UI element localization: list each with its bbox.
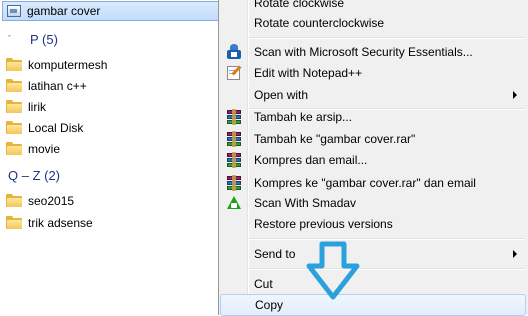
menu-item-cut[interactable]: Cut bbox=[219, 273, 527, 295]
folder-item-local-disk[interactable]: Local Disk bbox=[6, 117, 83, 138]
menu-item-scan-mse[interactable]: Scan with Microsoft Security Essentials.… bbox=[219, 41, 527, 63]
menu-item-label: Open with bbox=[254, 88, 309, 102]
menu-item-label: Send to bbox=[254, 247, 296, 261]
smadav-icon bbox=[226, 195, 242, 211]
menu-item-label: Scan with Microsoft Security Essentials.… bbox=[254, 45, 473, 59]
folder-item-latihan-cpp[interactable]: latihan c++ bbox=[6, 75, 87, 96]
folder-label: Local Disk bbox=[28, 120, 84, 135]
folder-icon bbox=[6, 194, 22, 207]
folder-label: lirik bbox=[28, 99, 46, 114]
menu-item-label: Scan With Smadav bbox=[254, 196, 357, 210]
file-item-selected[interactable]: gambar cover bbox=[2, 1, 220, 21]
down-arrow-icon bbox=[306, 241, 360, 300]
menu-item-label: Cut bbox=[254, 277, 273, 291]
folder-icon bbox=[6, 142, 22, 155]
group-header-label: P (5) bbox=[30, 31, 58, 47]
folder-item-lirik[interactable]: lirik bbox=[6, 96, 46, 117]
menu-item-label: Tambah ke arsip... bbox=[254, 110, 353, 124]
chevron-up-icon[interactable]: ˆ bbox=[8, 34, 30, 44]
menu-item-open-with[interactable]: Open with bbox=[219, 84, 527, 106]
folder-label: komputermesh bbox=[28, 57, 108, 72]
folder-icon bbox=[6, 58, 22, 71]
menu-separator bbox=[249, 37, 525, 39]
submenu-arrow-icon bbox=[513, 250, 517, 258]
winrar-icon bbox=[226, 152, 242, 168]
folder-icon bbox=[6, 100, 22, 113]
menu-item-label: Kompres ke "gambar cover.rar" dan email bbox=[254, 176, 476, 190]
menu-item-label: Kompres dan email... bbox=[254, 153, 368, 167]
group-header-p[interactable]: ˆ P (5) bbox=[8, 30, 58, 48]
menu-item-edit-notepad-plus-plus[interactable]: Edit with Notepad++ bbox=[219, 62, 527, 84]
menu-item-tambah-ke-arsip[interactable]: Tambah ke arsip... bbox=[219, 106, 527, 128]
winrar-icon bbox=[226, 109, 242, 125]
menu-item-label: Rotate counterclockwise bbox=[254, 16, 385, 30]
menu-item-label: Rotate clockwise bbox=[254, 0, 345, 10]
menu-item-tambah-ke-rar[interactable]: Tambah ke "gambar cover.rar" bbox=[219, 128, 527, 150]
menu-item-copy[interactable]: Copy bbox=[220, 294, 526, 316]
menu-separator bbox=[249, 268, 525, 270]
folder-icon bbox=[6, 121, 22, 134]
menu-item-label: Restore previous versions bbox=[254, 217, 393, 231]
image-file-icon bbox=[7, 5, 21, 17]
winrar-icon bbox=[226, 131, 242, 147]
folder-item-movie[interactable]: movie bbox=[6, 138, 60, 159]
menu-separator bbox=[249, 238, 525, 240]
menu-item-restore-previous-versions[interactable]: Restore previous versions bbox=[219, 213, 527, 235]
winrar-icon bbox=[226, 175, 242, 191]
folder-label: latihan c++ bbox=[28, 78, 87, 93]
menu-item-label: Tambah ke "gambar cover.rar" bbox=[254, 132, 416, 146]
menu-item-send-to[interactable]: Send to bbox=[219, 243, 527, 265]
menu-item-rotate-counterclockwise[interactable]: Rotate counterclockwise bbox=[219, 12, 527, 34]
menu-item-kompres-ke-rar-dan-email[interactable]: Kompres ke "gambar cover.rar" dan email bbox=[219, 172, 527, 194]
folder-label: seo2015 bbox=[28, 193, 75, 208]
menu-item-label: Copy bbox=[255, 298, 284, 312]
menu-item-kompres-dan-email[interactable]: Kompres dan email... bbox=[219, 149, 527, 171]
folder-label: movie bbox=[28, 141, 61, 156]
menu-item-label: Edit with Notepad++ bbox=[254, 66, 363, 80]
group-header-label: Q – Z (2) bbox=[8, 167, 61, 183]
folder-icon bbox=[6, 79, 22, 92]
explorer-file-list: gambar cover ˆ P (5) komputermesh latiha… bbox=[0, 0, 222, 315]
folder-item-seo2015[interactable]: seo2015 bbox=[6, 190, 74, 211]
context-menu: Rotate clockwise Rotate counterclockwise… bbox=[218, 0, 528, 316]
group-header-q-z[interactable]: Q – Z (2) bbox=[8, 166, 60, 184]
microsoft-security-essentials-icon bbox=[226, 44, 242, 60]
folder-item-trik-adsense[interactable]: trik adsense bbox=[6, 212, 93, 233]
notepad-plus-plus-icon bbox=[226, 65, 242, 81]
submenu-arrow-icon bbox=[513, 91, 517, 99]
folder-label: trik adsense bbox=[28, 215, 93, 230]
folder-item-komputermesh[interactable]: komputermesh bbox=[6, 54, 107, 75]
file-item-label: gambar cover bbox=[27, 4, 101, 18]
folder-icon bbox=[6, 216, 22, 229]
menu-item-scan-smadav[interactable]: Scan With Smadav bbox=[219, 192, 527, 214]
